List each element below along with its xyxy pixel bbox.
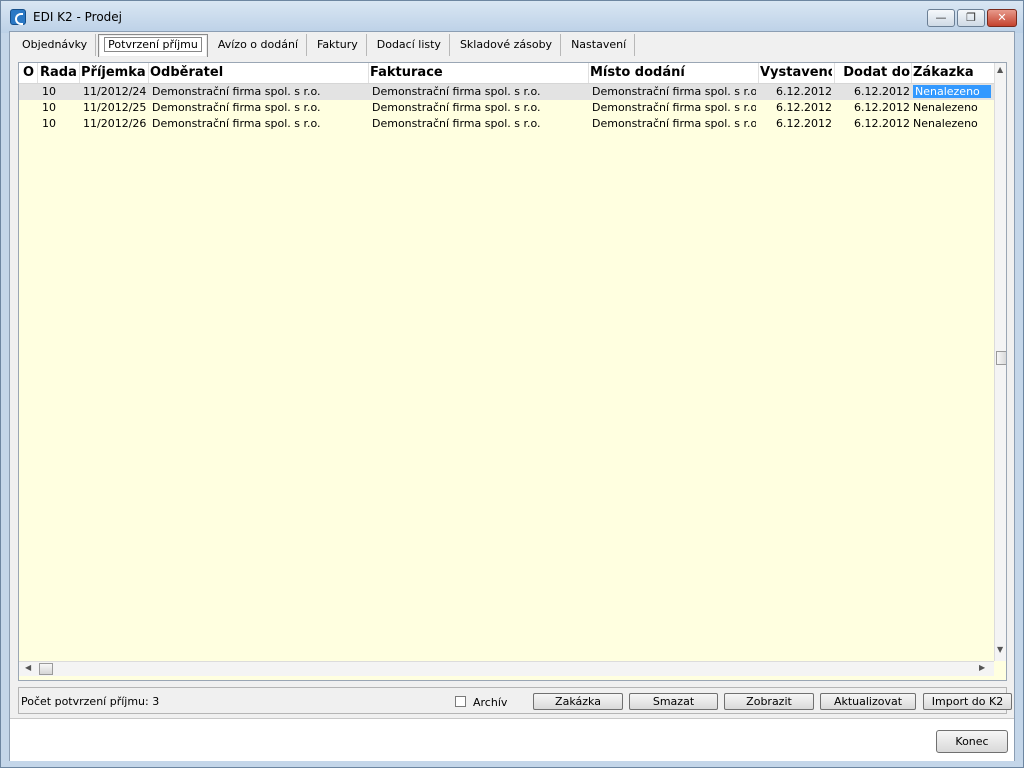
vertical-scrollbar[interactable]: ▲ ▼ bbox=[994, 63, 1006, 661]
zobrazit-button[interactable]: Zobrazit bbox=[724, 693, 814, 710]
tab-objednavky[interactable]: Objednávky bbox=[14, 34, 97, 56]
record-count: Počet potvrzení příjmu: 3 bbox=[21, 695, 160, 708]
cell-vystaveno: 6.12.2012 bbox=[776, 117, 832, 130]
close-button[interactable]: ✕ bbox=[987, 9, 1017, 27]
col-divider[interactable] bbox=[911, 63, 912, 83]
zakazka-button[interactable]: Zakázka bbox=[533, 693, 623, 710]
col-divider[interactable] bbox=[79, 63, 80, 83]
horizontal-scroll-thumb[interactable] bbox=[39, 663, 53, 675]
col-header-prijemka[interactable]: Příjemka bbox=[81, 65, 147, 80]
cell-vystaveno: 6.12.2012 bbox=[776, 101, 832, 114]
cell-vystaveno: 6.12.2012 bbox=[776, 85, 832, 98]
table-row[interactable]: 10 11/2012/26 Demonstrační firma spol. s… bbox=[19, 116, 994, 132]
tab-potvrzeni-prijmu[interactable]: Potvrzení příjmu bbox=[98, 34, 208, 57]
cell-zakazka: Nenalezeno bbox=[913, 117, 978, 130]
cell-dodat-do: 6.12.2012 bbox=[854, 117, 910, 130]
col-header-odberatel[interactable]: Odběratel bbox=[150, 65, 366, 80]
cell-prijemka: 11/2012/26 bbox=[83, 117, 147, 130]
cell-misto-dodani: Demonstrační firma spol. s r.o. bbox=[592, 85, 756, 98]
cell-zakazka-selected[interactable]: Nenalezeno bbox=[913, 85, 991, 98]
col-header-rada[interactable]: Řada bbox=[40, 65, 78, 80]
col-divider[interactable] bbox=[758, 63, 759, 83]
konec-button[interactable]: Konec bbox=[936, 730, 1008, 753]
scroll-down-arrow-icon[interactable]: ▼ bbox=[997, 645, 1003, 654]
tab-dodaci-listy[interactable]: Dodací listy bbox=[369, 34, 450, 56]
minimize-button[interactable]: — bbox=[927, 9, 955, 27]
scroll-up-arrow-icon[interactable]: ▲ bbox=[997, 65, 1003, 74]
col-divider[interactable] bbox=[588, 63, 589, 83]
scroll-left-arrow-icon[interactable]: ◀ bbox=[25, 663, 31, 672]
smazat-button[interactable]: Smazat bbox=[629, 693, 718, 710]
window-title: EDI K2 - Prodej bbox=[33, 10, 123, 24]
cell-prijemka: 11/2012/25 bbox=[83, 101, 147, 114]
scroll-right-arrow-icon[interactable]: ▶ bbox=[979, 663, 985, 672]
cell-dodat-do: 6.12.2012 bbox=[854, 101, 910, 114]
cell-odberatel: Demonstrační firma spol. s r.o. bbox=[152, 85, 321, 98]
app-window: EDI K2 - Prodej — ❐ ✕ Objednávky Potvrze… bbox=[0, 0, 1024, 768]
cell-rada: 10 bbox=[42, 101, 56, 114]
data-grid[interactable]: O Řada Příjemka Odběratel Fakturace Míst… bbox=[18, 62, 1007, 681]
cell-rada: 10 bbox=[42, 85, 56, 98]
tab-label: Potvrzení příjmu bbox=[104, 37, 202, 52]
cell-zakazka: Nenalezeno bbox=[913, 101, 978, 114]
title-bar[interactable]: EDI K2 - Prodej — ❐ ✕ bbox=[1, 1, 1023, 33]
vertical-scroll-thumb[interactable] bbox=[996, 351, 1006, 365]
table-row[interactable]: 10 11/2012/25 Demonstrační firma spol. s… bbox=[19, 100, 994, 116]
status-bar: Počet potvrzení příjmu: 3 Archív Zakázka… bbox=[18, 687, 1012, 714]
cell-rada: 10 bbox=[42, 117, 56, 130]
col-header-o[interactable]: O bbox=[23, 65, 35, 80]
col-header-zakazka[interactable]: Zákazka bbox=[913, 65, 993, 80]
import-do-k2-button[interactable]: Import do K2 bbox=[923, 693, 1012, 710]
col-header-vystaveno[interactable]: Vystaveno bbox=[760, 65, 832, 80]
cell-fakturace: Demonstrační firma spol. s r.o. bbox=[372, 85, 541, 98]
cell-fakturace: Demonstrační firma spol. s r.o. bbox=[372, 117, 541, 130]
cell-odberatel: Demonstrační firma spol. s r.o. bbox=[152, 101, 321, 114]
tab-avizo-o-dodani[interactable]: Avízo o dodání bbox=[210, 34, 307, 56]
bottom-bar: Konec bbox=[10, 718, 1014, 761]
app-logo-icon bbox=[10, 9, 26, 25]
grid-header: O Řada Příjemka Odběratel Fakturace Míst… bbox=[19, 63, 994, 84]
cell-dodat-do: 6.12.2012 bbox=[854, 85, 910, 98]
cell-misto-dodani: Demonstrační firma spol. s r.o. bbox=[592, 101, 756, 114]
restore-button[interactable]: ❐ bbox=[957, 9, 985, 27]
cell-misto-dodani: Demonstrační firma spol. s r.o. bbox=[592, 117, 756, 130]
cell-odberatel: Demonstrační firma spol. s r.o. bbox=[152, 117, 321, 130]
aktualizovat-button[interactable]: Aktualizovat bbox=[820, 693, 916, 710]
cell-prijemka: 11/2012/24 bbox=[83, 85, 147, 98]
horizontal-scrollbar[interactable]: ◀ ▶ bbox=[19, 661, 994, 676]
col-divider[interactable] bbox=[834, 63, 835, 83]
col-header-fakturace[interactable]: Fakturace bbox=[370, 65, 586, 80]
col-divider[interactable] bbox=[148, 63, 149, 83]
tab-nastaveni[interactable]: Nastavení bbox=[563, 34, 636, 56]
archiv-checkbox[interactable] bbox=[455, 696, 466, 707]
tab-faktury[interactable]: Faktury bbox=[309, 34, 367, 56]
col-divider[interactable] bbox=[37, 63, 38, 83]
col-header-dodat-do[interactable]: Dodat do bbox=[836, 65, 910, 80]
cell-fakturace: Demonstrační firma spol. s r.o. bbox=[372, 101, 541, 114]
tab-strip: Objednávky Potvrzení příjmu Avízo o dodá… bbox=[14, 34, 637, 58]
col-header-misto-dodani[interactable]: Místo dodání bbox=[590, 65, 758, 80]
col-divider[interactable] bbox=[368, 63, 369, 83]
client-area: Objednávky Potvrzení příjmu Avízo o dodá… bbox=[9, 31, 1015, 761]
tab-skladove-zasoby[interactable]: Skladové zásoby bbox=[452, 34, 562, 56]
archiv-label[interactable]: Archív bbox=[473, 696, 507, 709]
table-row[interactable]: 10 11/2012/24 Demonstrační firma spol. s… bbox=[19, 84, 994, 100]
